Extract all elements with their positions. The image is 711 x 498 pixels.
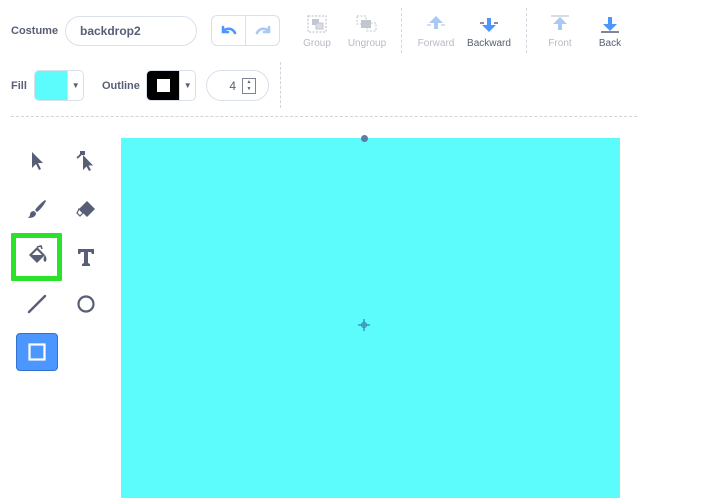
redo-icon xyxy=(255,25,270,34)
brush-icon xyxy=(28,200,46,218)
eraser-icon xyxy=(76,201,95,217)
chevron-down-icon: ▼ xyxy=(67,71,83,100)
circle-tool[interactable] xyxy=(65,285,107,323)
reshape-icon xyxy=(76,151,93,171)
backward-icon xyxy=(480,18,498,32)
forward-button[interactable]: Forward xyxy=(406,14,466,49)
toolbar-divider xyxy=(280,62,281,108)
circle-icon xyxy=(77,295,95,313)
forward-icon xyxy=(427,16,445,29)
line-tool[interactable] xyxy=(16,285,58,323)
toolbar-divider xyxy=(401,8,402,53)
fill-tool[interactable] xyxy=(11,233,62,281)
chevron-down-icon: ▼ xyxy=(179,71,195,100)
paint-bucket-icon xyxy=(28,245,46,263)
outline-width-value: 4 xyxy=(229,78,236,93)
costume-name-input[interactable] xyxy=(65,16,197,46)
stepper-icon[interactable]: ▲ ▼ xyxy=(242,77,256,94)
group-label: Group xyxy=(303,38,331,49)
front-label: Front xyxy=(548,38,572,49)
back-button[interactable]: Back xyxy=(580,14,640,49)
ungroup-button[interactable]: Ungroup xyxy=(337,14,397,49)
fill-swatch xyxy=(35,71,68,100)
outline-color-picker[interactable]: ▼ xyxy=(146,70,196,101)
forward-label: Forward xyxy=(417,38,455,49)
toolbar-bottom-divider xyxy=(11,116,637,117)
costume-label: Costume xyxy=(11,25,59,37)
text-tool[interactable] xyxy=(65,238,107,276)
outline-width-input[interactable]: 4 ▲ ▼ xyxy=(206,70,269,101)
select-tool[interactable] xyxy=(16,142,58,180)
redo-button[interactable] xyxy=(245,16,279,45)
fill-color-picker[interactable]: ▼ xyxy=(34,70,84,101)
text-t-icon xyxy=(78,249,94,266)
undo-redo-group xyxy=(211,15,280,46)
rectangle-tool[interactable] xyxy=(16,333,58,371)
undo-icon xyxy=(221,25,236,34)
back-label: Back xyxy=(598,38,622,49)
toolbar-divider xyxy=(526,8,527,53)
backward-label: Backward xyxy=(467,38,511,49)
rotation-handle-icon[interactable] xyxy=(361,135,368,142)
brush-tool[interactable] xyxy=(16,190,58,228)
back-icon xyxy=(601,17,619,33)
outline-label: Outline xyxy=(102,80,140,92)
select-arrow-icon xyxy=(32,152,43,170)
line-icon xyxy=(27,294,47,314)
rectangle-icon xyxy=(28,343,46,361)
ungroup-icon xyxy=(356,15,377,32)
fill-label: Fill xyxy=(11,80,27,92)
backward-button[interactable]: Backward xyxy=(459,14,519,49)
ungroup-label: Ungroup xyxy=(347,38,387,49)
outline-swatch xyxy=(147,71,180,100)
reshape-tool[interactable] xyxy=(65,142,107,180)
eraser-tool[interactable] xyxy=(65,190,107,228)
group-icon xyxy=(307,15,327,33)
center-crosshair-icon xyxy=(358,319,370,331)
undo-button[interactable] xyxy=(212,16,245,45)
front-icon xyxy=(551,15,569,30)
